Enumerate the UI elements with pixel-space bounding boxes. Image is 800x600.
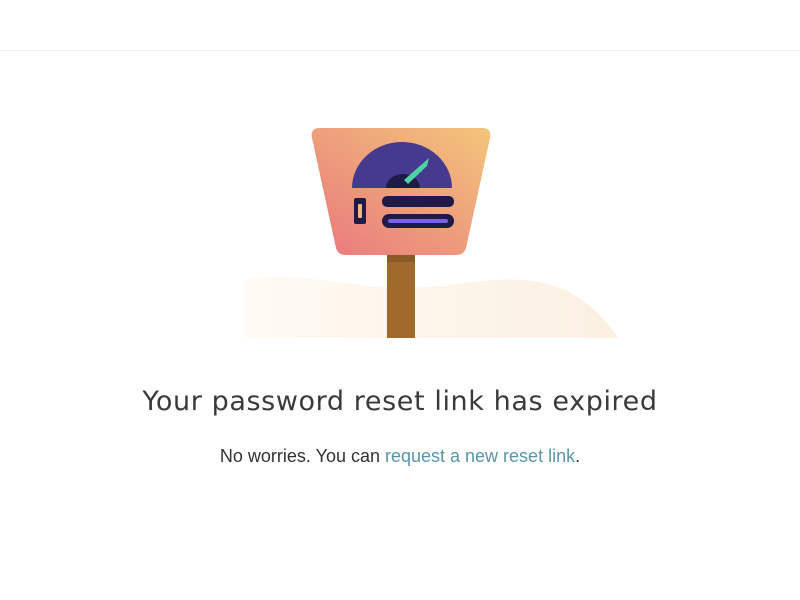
signpost-gauge-icon	[245, 128, 618, 338]
message-text: No worries. You can request a new reset …	[0, 444, 800, 468]
request-reset-link[interactable]: request a new reset link	[385, 446, 575, 466]
page-title: Your password reset link has expired	[142, 386, 658, 417]
top-bar	[0, 0, 800, 51]
expired-link-page: Your password reset link has expired No …	[0, 0, 800, 600]
ground-hill	[245, 277, 618, 338]
message-prefix: No worries. You can	[219, 446, 385, 466]
message-suffix: .	[575, 446, 581, 466]
